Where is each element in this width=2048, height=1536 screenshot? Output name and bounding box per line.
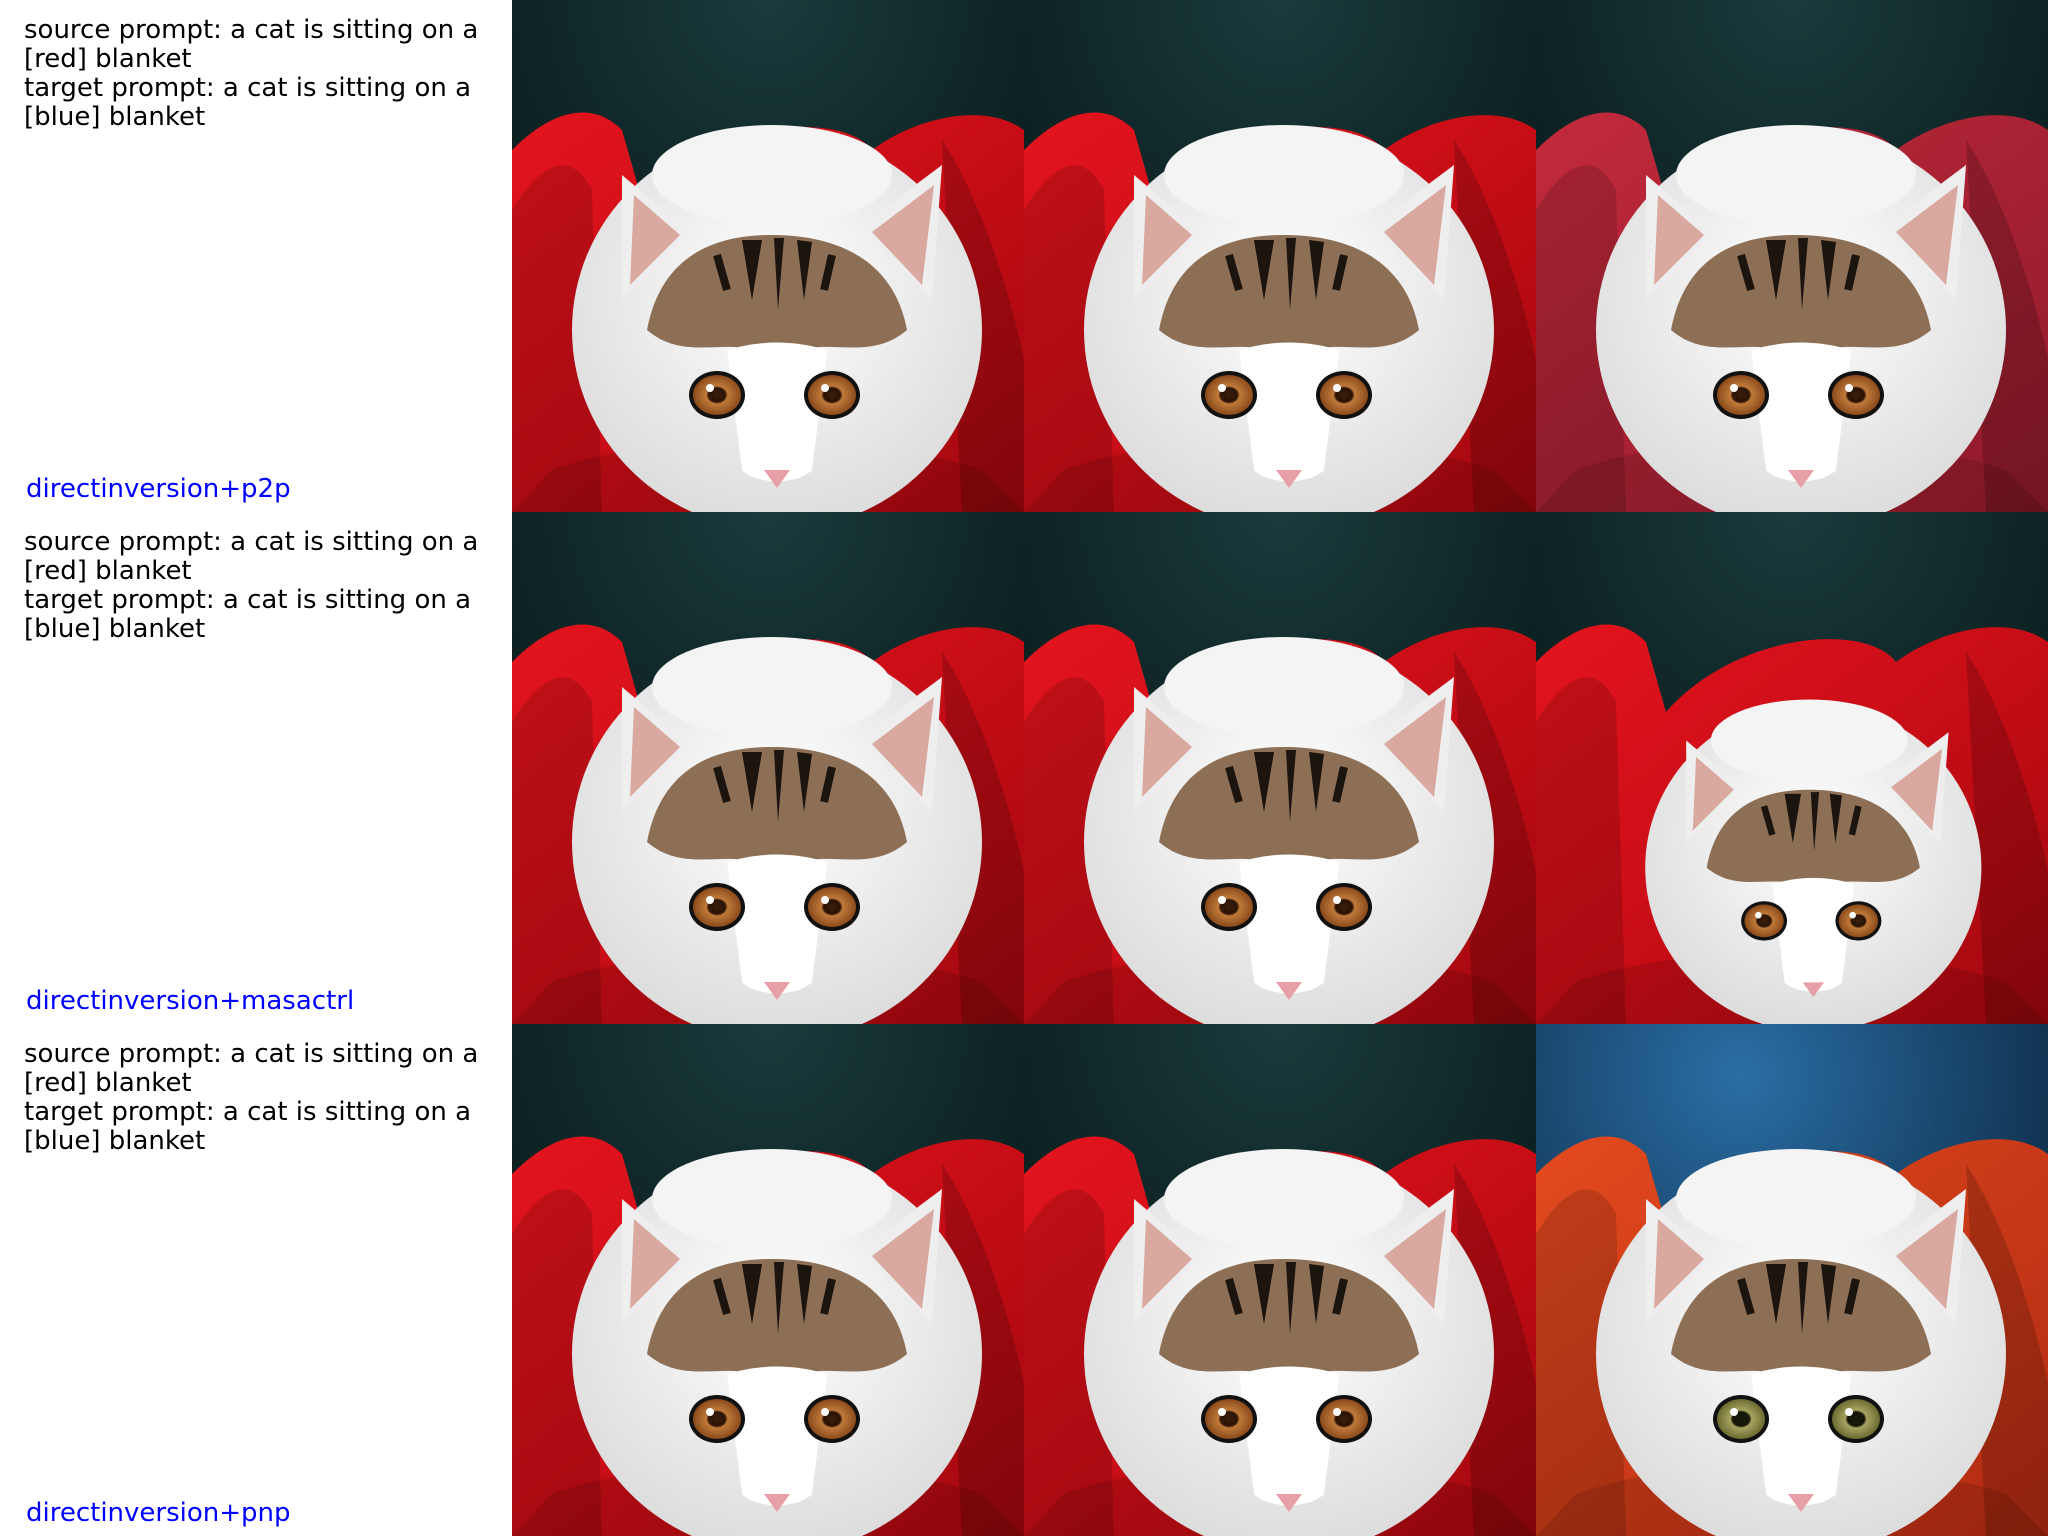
comparison-row: source prompt: a cat is sitting on a [re… [0, 0, 2048, 512]
comparison-row: source prompt: a cat is sitting on a [re… [0, 1024, 2048, 1536]
target-prompt: target prompt: a cat is sitting on a [bl… [24, 1097, 472, 1156]
source-cat-red-blanket-image [512, 1024, 1024, 1536]
reconstruction-cat-red-blanket-image [1024, 512, 1536, 1024]
source-prompt: source prompt: a cat is sitting on a [re… [24, 15, 479, 74]
edited-cat-smaller-red-blanket-image [1536, 512, 2048, 1024]
edited-cat-orange-blanket-blue-bg-image [1536, 1024, 2048, 1536]
row-label-panel: source prompt: a cat is sitting on a [re… [0, 1024, 512, 1536]
row-label-panel: source prompt: a cat is sitting on a [re… [0, 512, 512, 1024]
source-cat-red-blanket-image [512, 512, 1024, 1024]
edited-cat-muted-red-blanket-image [1536, 0, 2048, 512]
prompt-text: source prompt: a cat is sitting on a [re… [24, 528, 494, 644]
source-cat-red-blanket-image [512, 0, 1024, 512]
prompt-text: source prompt: a cat is sitting on a [re… [24, 1040, 494, 1156]
prompt-text: source prompt: a cat is sitting on a [re… [24, 16, 494, 132]
target-prompt: target prompt: a cat is sitting on a [bl… [24, 585, 472, 644]
row-label-panel: source prompt: a cat is sitting on a [re… [0, 0, 512, 512]
reconstruction-cat-red-blanket-image [1024, 0, 1536, 512]
reconstruction-cat-red-blanket-image [1024, 1024, 1536, 1536]
target-prompt: target prompt: a cat is sitting on a [bl… [24, 73, 472, 132]
source-prompt: source prompt: a cat is sitting on a [re… [24, 527, 479, 586]
method-label: directinversion+pnp [26, 1498, 291, 1528]
source-prompt: source prompt: a cat is sitting on a [re… [24, 1039, 479, 1098]
method-label: directinversion+p2p [26, 474, 291, 504]
comparison-row: source prompt: a cat is sitting on a [re… [0, 512, 2048, 1024]
method-label: directinversion+masactrl [26, 986, 355, 1016]
